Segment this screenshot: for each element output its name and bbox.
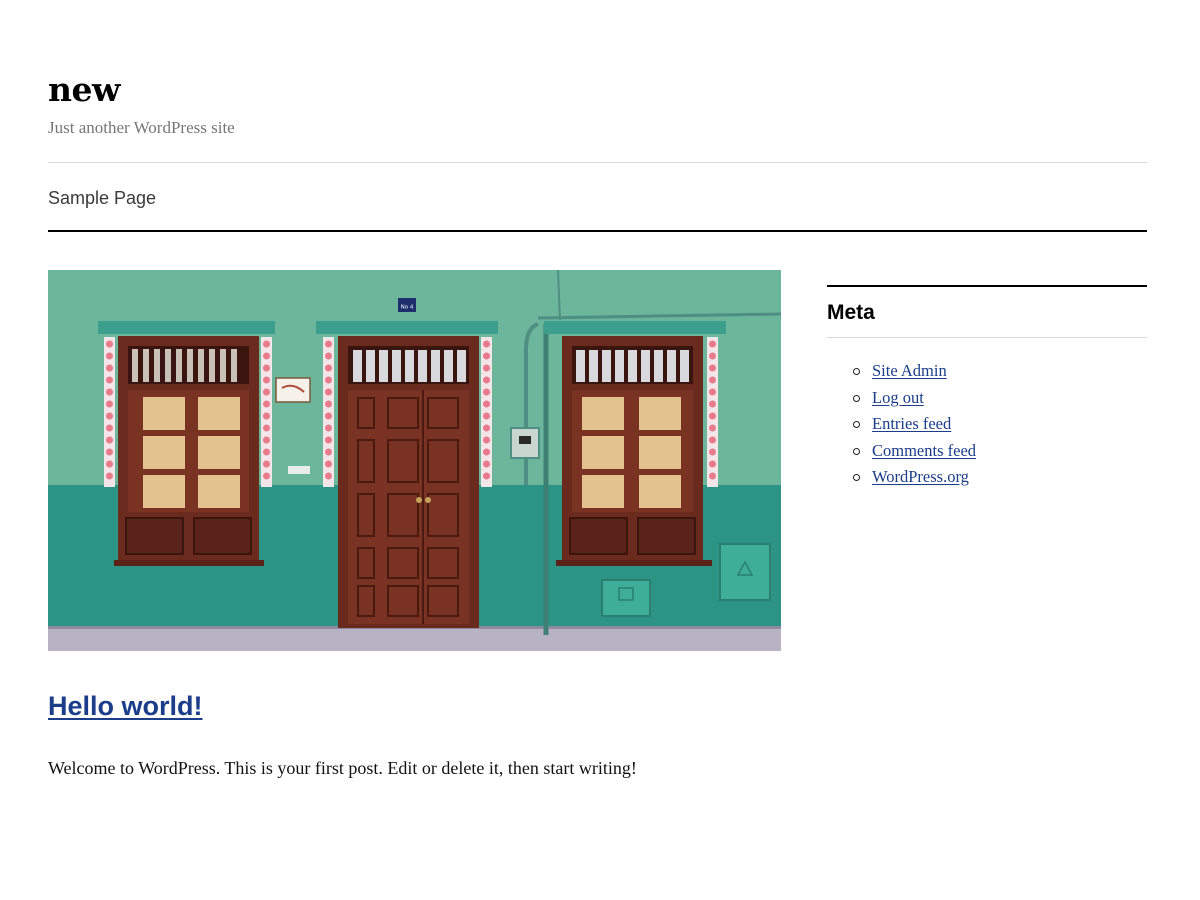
bullet-circle-icon [853, 474, 860, 481]
bullet-circle-icon [853, 447, 860, 455]
site-tagline: Just another WordPress site [48, 118, 235, 137]
bullet-circle-icon [853, 368, 860, 375]
house-number-plate: No 4 [401, 305, 414, 311]
featured-image[interactable]: No 4 [48, 270, 781, 651]
bullet-circle-icon [853, 394, 860, 402]
list-item: Log out [827, 385, 1147, 412]
header-divider [48, 162, 1147, 163]
site-title[interactable]: new [48, 70, 1148, 110]
log-out-link[interactable]: Log out [872, 388, 924, 407]
widget-title: Meta [827, 301, 875, 324]
entries-feed-link[interactable]: Entries feed [872, 414, 951, 433]
post-excerpt: Welcome to WordPress. This is your first… [48, 758, 637, 778]
primary-navigation: Sample Page [48, 186, 156, 210]
bullet-circle-icon [853, 421, 860, 428]
meta-widget: Meta Site Admin Log out Entries feed Com… [827, 285, 1147, 491]
widget-top-divider [827, 285, 1147, 287]
page: new Just another WordPress site Sample P… [0, 0, 1200, 900]
wordpress-org-link[interactable]: WordPress.org [872, 467, 969, 486]
nav-item-sample-page[interactable]: Sample Page [48, 188, 156, 208]
site-admin-link[interactable]: Site Admin [872, 361, 947, 380]
comments-feed-link[interactable]: Comments feed [872, 441, 976, 460]
list-item: WordPress.org [827, 464, 1147, 491]
list-item: Entries feed [827, 411, 1147, 438]
list-item: Site Admin [827, 358, 1147, 385]
widget-title-divider [827, 337, 1147, 338]
post-title-link[interactable]: Hello world! [48, 691, 203, 721]
post-title: Hello world! [48, 688, 203, 724]
site-header: new Just another WordPress site [48, 70, 1148, 139]
navigation-divider [48, 230, 1147, 232]
list-item: Comments feed [827, 438, 1147, 465]
meta-links-list: Site Admin Log out Entries feed Comments… [827, 358, 1147, 491]
